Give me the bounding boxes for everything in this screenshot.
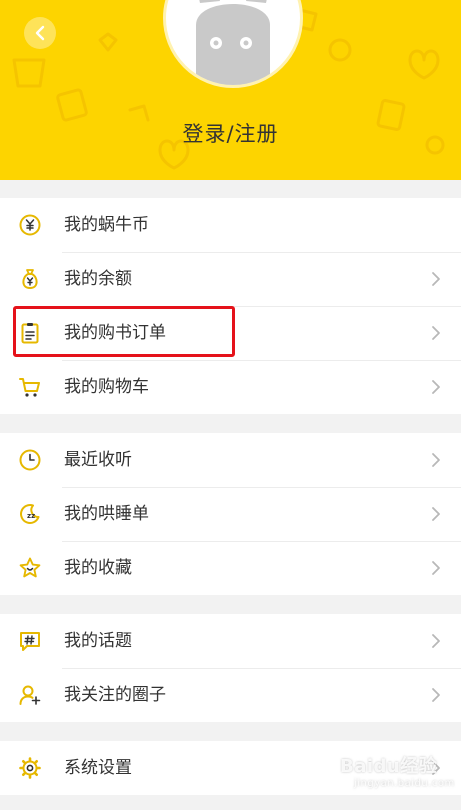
menu-item-label: 最近收听 bbox=[64, 450, 132, 470]
menu-item-label: 我的余额 bbox=[64, 269, 132, 289]
moon-sleep-icon: zz bbox=[20, 504, 40, 524]
right-edge bbox=[461, 0, 466, 810]
chevron-right-icon bbox=[432, 507, 440, 521]
watermark-text: Baidu经验 bbox=[340, 756, 438, 777]
menu-group-listening: 最近收听 zz 我的哄睡单 我的收藏 bbox=[0, 433, 461, 595]
chevron-right-icon bbox=[432, 634, 440, 648]
menu-item-recent-listening[interactable]: 最近收听 bbox=[0, 433, 461, 487]
menu-item-label: 系统设置 bbox=[64, 758, 132, 778]
chevron-right-icon bbox=[432, 453, 440, 467]
menu-item-label: 我的收藏 bbox=[64, 558, 132, 578]
menu-item-balance[interactable]: 我的余额 bbox=[0, 252, 461, 306]
profile-header: 登录/注册 bbox=[0, 0, 461, 180]
user-add-icon bbox=[19, 685, 41, 705]
menu-item-label: 我的哄睡单 bbox=[64, 504, 149, 524]
shopping-cart-icon bbox=[19, 378, 40, 397]
menu-item-shopping-cart[interactable]: 我的购物车 bbox=[0, 360, 461, 414]
login-register-link[interactable]: 登录/注册 bbox=[0, 118, 461, 148]
chevron-right-icon bbox=[432, 326, 440, 340]
chevron-left-icon bbox=[35, 25, 45, 41]
chevron-right-icon bbox=[432, 272, 440, 286]
back-button[interactable] bbox=[24, 17, 56, 49]
menu-item-label: 我关注的圈子 bbox=[64, 685, 166, 705]
chevron-right-icon bbox=[432, 561, 440, 575]
menu-item-label: 我的购物车 bbox=[64, 377, 149, 397]
svg-text:zz: zz bbox=[27, 512, 35, 520]
menu-item-label: 我的蜗牛币 bbox=[64, 215, 149, 235]
clock-icon bbox=[19, 449, 41, 471]
watermark-url: jingyan.baidu.com bbox=[354, 778, 455, 789]
highlight-annotation-box bbox=[13, 306, 235, 357]
star-icon bbox=[19, 557, 41, 578]
menu-item-snail-coins[interactable]: 我的蜗牛币 bbox=[0, 198, 461, 252]
menu-item-label: 我的话题 bbox=[64, 631, 132, 651]
menu-item-favorites[interactable]: 我的收藏 bbox=[0, 541, 461, 595]
money-bag-icon bbox=[22, 269, 38, 289]
hashtag-icon bbox=[20, 632, 40, 651]
yuan-coin-icon bbox=[19, 214, 41, 236]
menu-item-followed-circles[interactable]: 我关注的圈子 bbox=[0, 668, 461, 722]
gear-icon bbox=[19, 757, 41, 779]
baidu-watermark: Baidu经验 jingyan.baidu.com bbox=[340, 752, 455, 789]
menu-group-community: 我的话题 我关注的圈子 bbox=[0, 614, 461, 722]
chevron-right-icon bbox=[432, 688, 440, 702]
chevron-right-icon bbox=[432, 380, 440, 394]
menu-item-sleep-list[interactable]: zz 我的哄睡单 bbox=[0, 487, 461, 541]
menu-item-my-topics[interactable]: 我的话题 bbox=[0, 614, 461, 668]
